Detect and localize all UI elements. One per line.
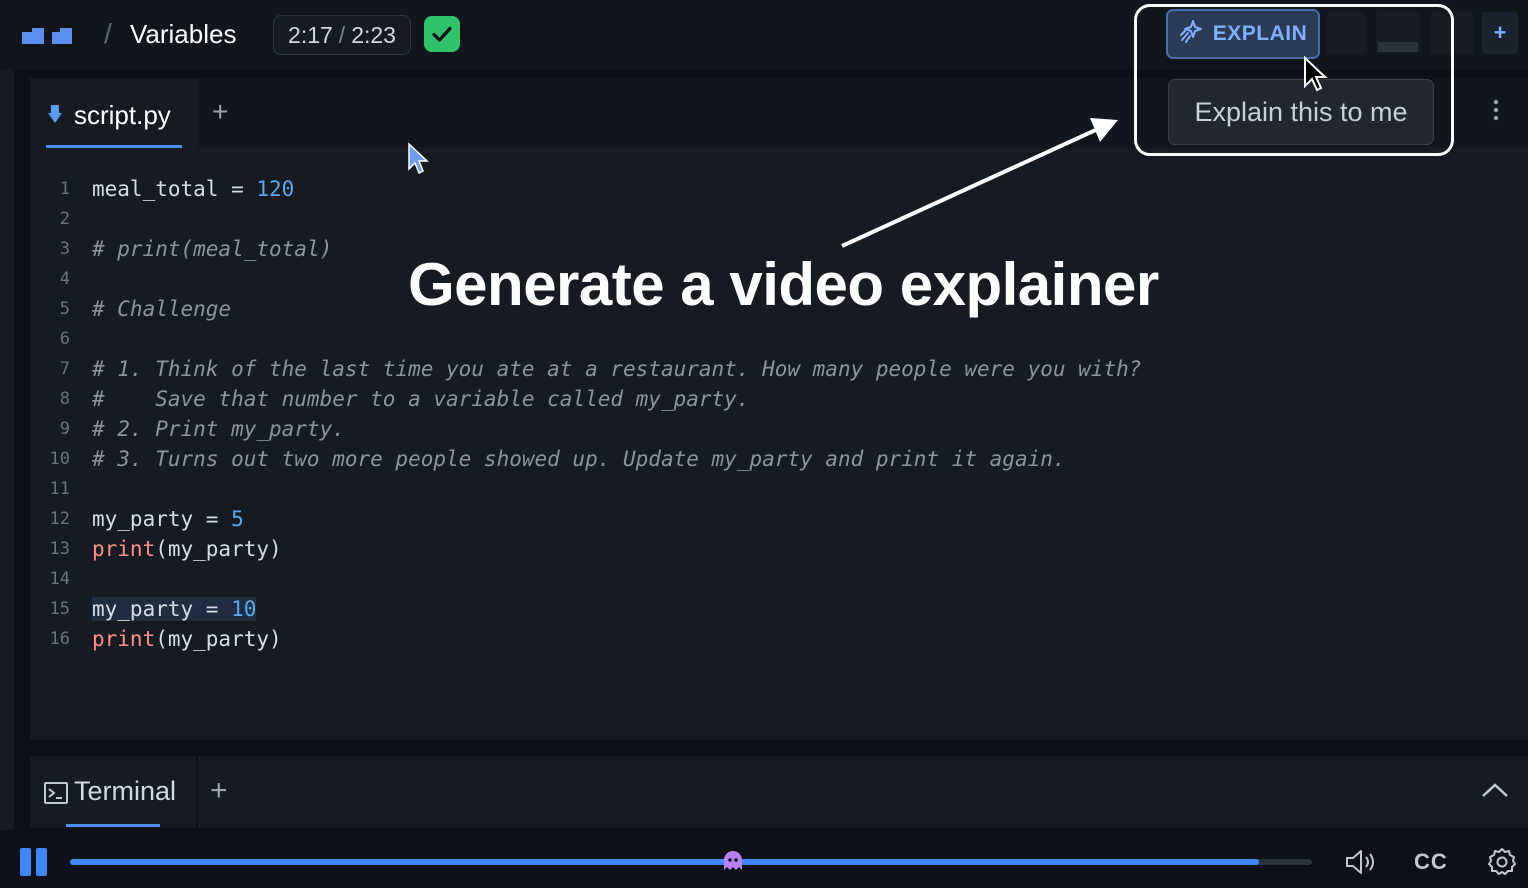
file-icon: [48, 104, 62, 124]
code-token: # 3. Turns out two more people showed up…: [92, 447, 1066, 471]
add-terminal-button[interactable]: +: [210, 774, 228, 808]
lesson-timer: 2:17 / 2:23: [273, 15, 411, 55]
code-token: 120: [256, 177, 295, 201]
line-text: # 2. Print my_party.: [92, 414, 345, 444]
tab-active-indicator: [46, 145, 182, 148]
line-text: print(my_party): [92, 534, 282, 564]
line-number: 6: [59, 329, 70, 349]
tab-script[interactable]: script.py: [30, 78, 198, 148]
code-editor: script.py + 1 meal_total = 120 2 3 # print(m…: [30, 78, 1528, 740]
code-line[interactable]: 11: [30, 474, 1528, 504]
code-token: my_party =: [92, 597, 232, 621]
time-separator: /: [338, 21, 346, 48]
code-line[interactable]: 10 # 3. Turns out two more people showed …: [30, 444, 1528, 474]
code-area[interactable]: 1 meal_total = 120 2 3 # print(meal_total) 4 5…: [30, 174, 1528, 654]
captions-button[interactable]: CC: [1414, 849, 1448, 875]
code-token: my_party =: [92, 507, 232, 531]
progress-fill: [70, 859, 1259, 865]
code-token: 5: [231, 507, 244, 531]
line-text: my_party = 5: [92, 504, 244, 534]
pause-icon[interactable]: [20, 848, 48, 876]
time-current: 2:17: [288, 21, 333, 48]
code-line[interactable]: 2: [30, 204, 1528, 234]
line-text: my_party = 10: [92, 594, 257, 624]
code-line[interactable]: 6: [30, 324, 1528, 354]
line-number: 12: [49, 509, 70, 529]
video-player-bar: CC: [0, 830, 1528, 888]
add-tab-button[interactable]: +: [212, 96, 228, 128]
code-line[interactable]: 8 # Save that number to a variable called…: [30, 384, 1528, 414]
line-number: 8: [59, 389, 70, 409]
cursor-icon: [408, 142, 429, 175]
terminal-panel: Terminal +: [30, 756, 1528, 828]
code-token: print: [92, 627, 156, 651]
line-text: meal_total = 120: [92, 174, 294, 204]
ghost-thumb-icon[interactable]: [722, 850, 744, 872]
line-number: 5: [59, 299, 70, 319]
line-number: 11: [49, 479, 70, 499]
line-number: 2: [59, 209, 70, 229]
code-line[interactable]: 14: [30, 564, 1528, 594]
time-total: 2:23: [351, 21, 396, 48]
gear-icon[interactable]: [1486, 846, 1518, 878]
line-number: 16: [49, 629, 70, 649]
code-line[interactable]: 15 my_party = 10: [30, 594, 1528, 624]
line-number: 13: [49, 539, 70, 559]
line-text: # Challenge: [92, 294, 231, 324]
cursor-icon: [1304, 56, 1328, 92]
line-text: # print(meal_total): [92, 234, 332, 264]
code-line[interactable]: 13 print(my_party): [30, 534, 1528, 564]
line-number: 14: [49, 569, 70, 589]
line-number: 1: [59, 179, 70, 199]
add-panel-button[interactable]: +: [1482, 12, 1518, 54]
line-number: 15: [49, 599, 70, 619]
line-text: # Save that number to a variable called …: [92, 384, 749, 414]
code-token: # 2. Print my_party.: [92, 417, 345, 441]
code-token: print: [92, 537, 156, 561]
code-line[interactable]: 16 print(my_party): [30, 624, 1528, 654]
line-number: 4: [59, 269, 70, 289]
volume-icon[interactable]: [1344, 848, 1380, 876]
code-token: (my_party): [155, 537, 282, 561]
code-line[interactable]: 9 # 2. Print my_party.: [30, 414, 1528, 444]
explain-tooltip: Explain this to me: [1168, 79, 1434, 145]
code-token: meal_total =: [92, 177, 257, 201]
line-number: 7: [59, 359, 70, 379]
line-text: # 3. Turns out two more people showed up…: [92, 444, 1066, 474]
tab-terminal[interactable]: Terminal: [30, 756, 196, 828]
terminal-icon: [44, 782, 68, 804]
terminal-label: Terminal: [74, 776, 177, 806]
annotation-caption: Generate a video explainer: [408, 251, 1159, 318]
code-token: # print(meal_total): [92, 237, 333, 261]
side-strip: [0, 70, 14, 830]
code-token: # Save that number to a variable called …: [92, 387, 750, 411]
line-number: 10: [49, 449, 70, 469]
code-line[interactable]: 12 my_party = 5: [30, 504, 1528, 534]
check-icon[interactable]: [424, 16, 460, 52]
breadcrumb-separator: /: [104, 18, 112, 49]
code-token: (my_party): [155, 627, 282, 651]
tab-label: script.py: [74, 100, 171, 130]
page-title: Variables: [130, 19, 237, 49]
code-token: 10: [231, 597, 257, 621]
progress-track[interactable]: [70, 859, 1312, 865]
line-text: print(my_party): [92, 624, 282, 654]
code-token: # 1. Think of the last time you ate at a…: [92, 357, 1142, 381]
code-line[interactable]: 1 meal_total = 120: [30, 174, 1528, 204]
logo-icon[interactable]: [22, 26, 74, 46]
line-text: # 1. Think of the last time you ate at a…: [92, 354, 1141, 384]
kebab-icon[interactable]: [1492, 98, 1500, 129]
divider: [196, 756, 198, 828]
terminal-tab-indicator: [66, 824, 160, 827]
line-number: 3: [59, 239, 70, 259]
code-line[interactable]: 7 # 1. Think of the last time you ate at …: [30, 354, 1528, 384]
line-number: 9: [59, 419, 70, 439]
chevron-up-icon[interactable]: [1480, 776, 1510, 806]
code-token: # Challenge: [92, 297, 232, 321]
